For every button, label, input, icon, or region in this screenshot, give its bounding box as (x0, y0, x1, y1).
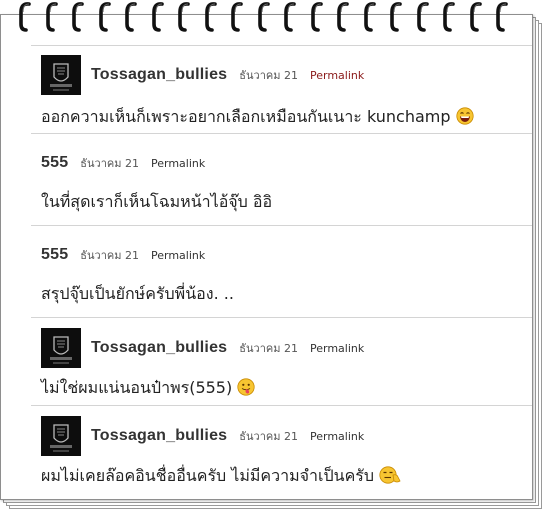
spiral-ring-icon (416, 0, 430, 32)
permalink-link[interactable]: Permalink (151, 249, 205, 262)
spiral-binding (18, 0, 538, 34)
spiral-ring-icon (310, 0, 324, 32)
spiral-ring-icon (495, 0, 509, 32)
comment-text: ในที่สุดเราก็เห็นโฉมหน้าไอ้จุ๊บ อิอิ (41, 192, 273, 211)
comment-author[interactable]: 555 (41, 246, 68, 264)
permalink-link[interactable]: Permalink (310, 342, 364, 355)
spiral-ring-icon (177, 0, 191, 32)
laughing-emoji (455, 106, 474, 129)
avatar-crest-icon (41, 328, 81, 368)
spiral-ring-icon (18, 0, 32, 32)
comment-text: ไม่ใช่ผมแน่นอนป๋าพร(555) (41, 378, 233, 397)
avatar-crest-icon (41, 55, 81, 95)
comment-author[interactable]: 555 (41, 154, 68, 172)
comment-text: สรุปจุ๊บเป็นยักษ์ครับพี่น้อง. .. (41, 284, 234, 303)
comment-text: ออกความเห็นก็เพราะอยากเลือกเหมือนกันเนาะ… (41, 107, 451, 126)
thinking-emoji (379, 465, 401, 488)
spiral-ring-icon (45, 0, 59, 32)
spiral-ring-icon (151, 0, 165, 32)
spiral-ring-icon (124, 0, 138, 32)
comment-item: 555 ธันวาคม 21 Permalink ในที่สุดเราก็เห… (31, 134, 532, 225)
comment-author[interactable]: Tossagan_bullies (91, 427, 227, 445)
spiral-ring-icon (336, 0, 350, 32)
comment-author[interactable]: Tossagan_bullies (91, 66, 227, 84)
comment-item: Tossagan_bullies ธันวาคม 21 Permalink ออ… (31, 46, 532, 133)
avatar[interactable] (41, 328, 81, 368)
comment-text: ผมไม่เคยล๊อคอินชื่ออื่นครับ ไม่มีความจำเ… (41, 466, 375, 485)
spiral-ring-icon (442, 0, 456, 32)
comment-date: ธันวาคม 21 (80, 157, 139, 170)
spiral-ring-icon (389, 0, 403, 32)
spiral-ring-icon (71, 0, 85, 32)
spiral-ring-icon (98, 0, 112, 32)
comment-date: ธันวาคม 21 (239, 430, 298, 443)
avatar-crest-icon (41, 416, 81, 456)
spiral-ring-icon (283, 0, 297, 32)
spiral-ring-icon (469, 0, 483, 32)
notebook-page: Tossagan_bullies ธันวาคม 21 Permalink ออ… (0, 14, 533, 500)
permalink-link[interactable]: Permalink (310, 69, 364, 82)
comment-date: ธันวาคม 21 (80, 249, 139, 262)
comment-list: Tossagan_bullies ธันวาคม 21 Permalink ออ… (31, 45, 532, 488)
spiral-ring-icon (204, 0, 218, 32)
comment-item: Tossagan_bullies ธันวาคม 21 Permalink ไม… (31, 318, 532, 405)
spiral-ring-icon (363, 0, 377, 32)
spiral-ring-icon (257, 0, 271, 32)
comment-date: ธันวาคม 21 (239, 342, 298, 355)
comment-item: Tossagan_bullies ธันวาคม 21 Permalink ผม… (31, 406, 532, 488)
tongue-out-emoji (237, 377, 255, 400)
permalink-link[interactable]: Permalink (310, 430, 364, 443)
permalink-link[interactable]: Permalink (151, 157, 205, 170)
avatar[interactable] (41, 55, 81, 95)
comment-author[interactable]: Tossagan_bullies (91, 339, 227, 357)
avatar[interactable] (41, 416, 81, 456)
comment-date: ธันวาคม 21 (239, 69, 298, 82)
comment-item: 555 ธันวาคม 21 Permalink สรุปจุ๊บเป็นยัก… (31, 226, 532, 317)
spiral-ring-icon (230, 0, 244, 32)
